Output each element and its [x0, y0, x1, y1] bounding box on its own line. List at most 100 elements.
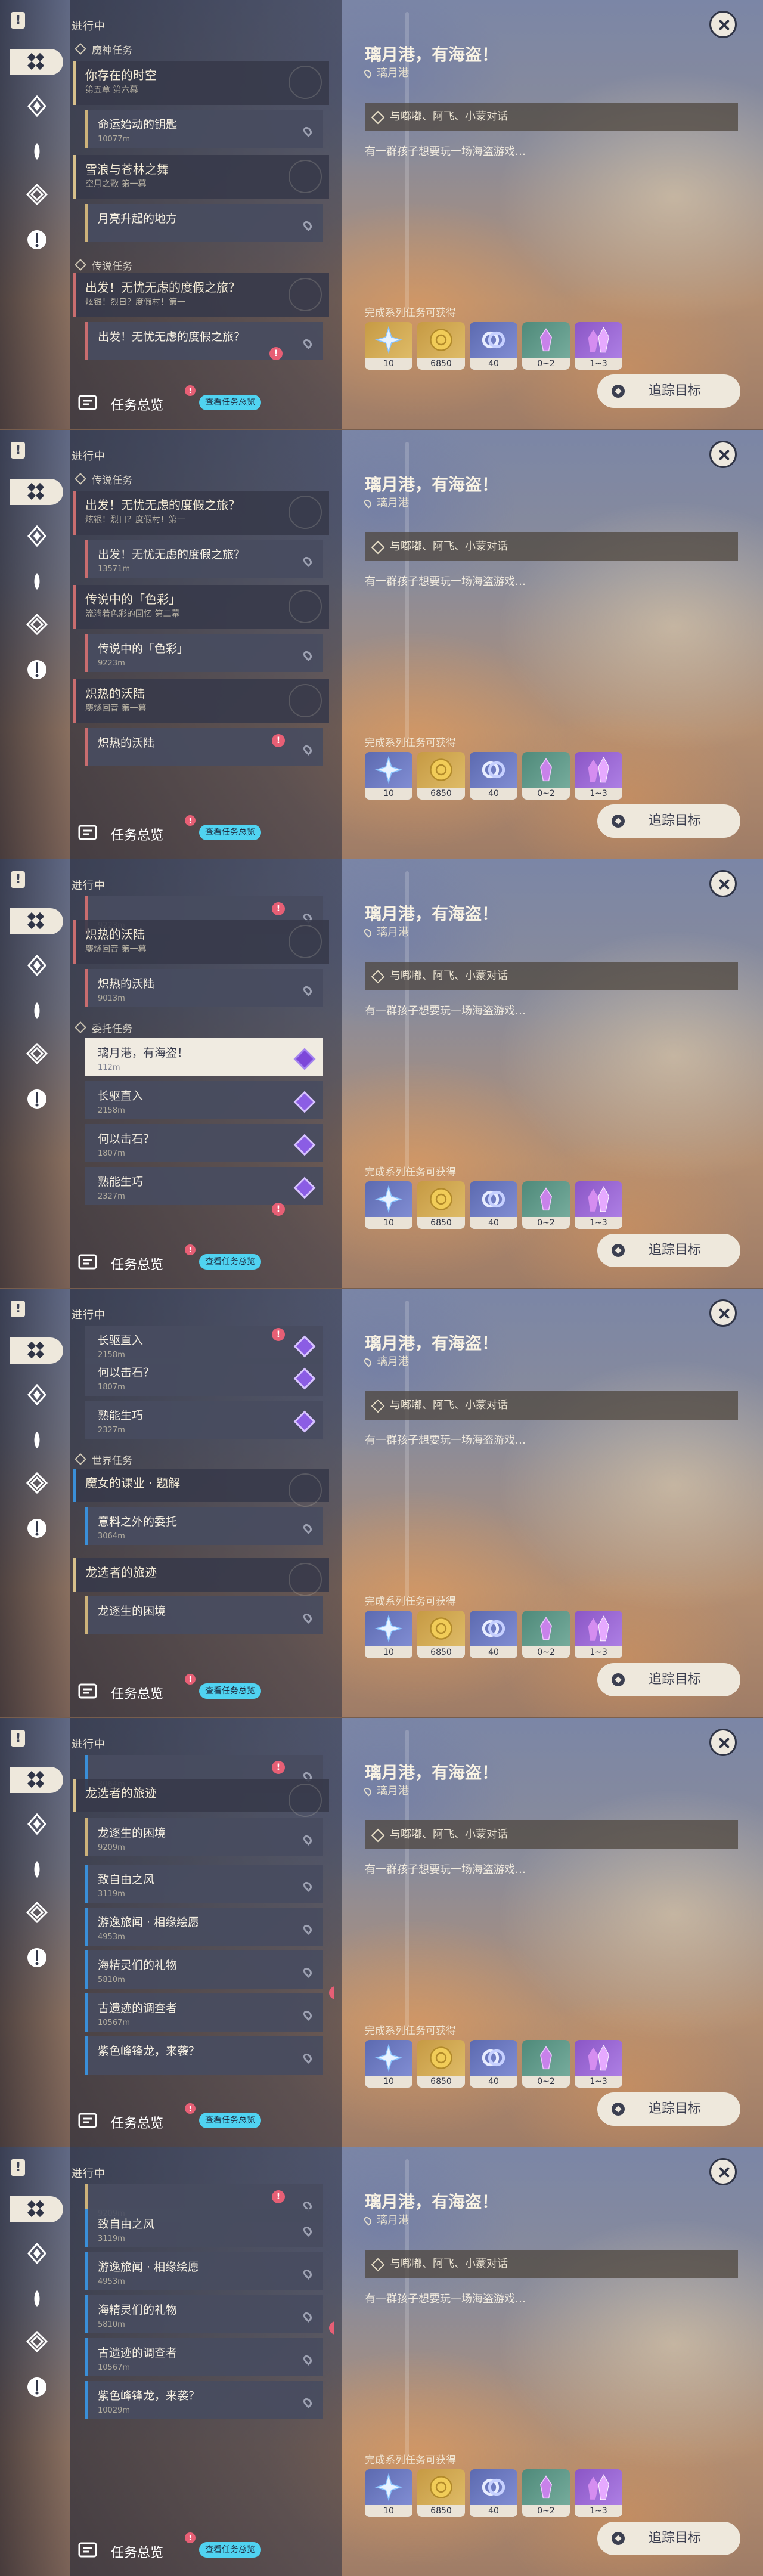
view-overview-button[interactable]: 查看任务总览: [199, 1254, 261, 1270]
archon-quest-icon[interactable]: [24, 952, 50, 979]
quest-item[interactable]: 海精灵们的礼物 5810m: [85, 2295, 323, 2333]
world-quest-icon[interactable]: [24, 1899, 50, 1925]
legend-quest-icon[interactable]: [24, 138, 50, 165]
quest-item[interactable]: 熟能生巧 2327m: [85, 1167, 323, 1205]
quest-group[interactable]: 炽热的沃陆 鏖燧回音 第一幕: [73, 920, 329, 964]
quest-group[interactable]: 魔女的课业 · 题解: [73, 1469, 329, 1507]
commission-quest-icon[interactable]: [24, 227, 50, 253]
navigate-pin-icon[interactable]: [302, 2311, 314, 2323]
reward-item[interactable]: 40: [470, 1611, 517, 1658]
track-button[interactable]: 追踪目标: [597, 374, 740, 408]
track-button[interactable]: 追踪目标: [597, 1663, 740, 1696]
reward-item[interactable]: 1~3: [575, 1611, 622, 1658]
navigate-pin-icon[interactable]: [302, 2052, 314, 2064]
quest-item[interactable]: 龙逐生的困境: [85, 1596, 323, 1634]
navigate-pin-icon[interactable]: [302, 219, 314, 231]
quest-item[interactable]: 何以击石？ 1807m: [85, 1358, 323, 1396]
quest-overview-label[interactable]: 任务总览: [111, 825, 163, 844]
reward-item[interactable]: 10: [365, 1611, 412, 1658]
reward-item[interactable]: 1~3: [575, 752, 622, 800]
quest-item[interactable]: 熟能生巧 2327m: [85, 1401, 323, 1439]
navigate-pin-icon[interactable]: [302, 2225, 314, 2237]
reward-item[interactable]: 0~2: [522, 2469, 570, 2517]
reward-item[interactable]: 0~2: [522, 1181, 570, 1229]
track-button[interactable]: 追踪目标: [597, 2522, 740, 2555]
quest-group[interactable]: 出发！无忧无虑的度假之旅？ 炫银！烈日？度假村！第一: [73, 273, 329, 317]
quest-item[interactable]: 游逸旅闻 · 相缘绘愿 4953m: [85, 2252, 323, 2290]
world-quest-icon[interactable]: [24, 181, 50, 208]
quest-item[interactable]: 意料之外的委托 3064m: [85, 1507, 323, 1545]
all-quests-icon[interactable]: [10, 908, 63, 934]
navigate-pin-icon[interactable]: [302, 555, 314, 567]
track-button[interactable]: 追踪目标: [597, 1234, 740, 1267]
navigate-pin-icon[interactable]: [302, 1522, 314, 1534]
quest-item[interactable]: 出发！无忧无虑的度假之旅？ 13571m: [85, 540, 323, 578]
commission-quest-icon[interactable]: [24, 1945, 50, 1971]
legend-quest-icon[interactable]: [24, 1427, 50, 1453]
reward-item[interactable]: 1~3: [575, 2469, 622, 2517]
reward-item[interactable]: 6850: [417, 1611, 465, 1658]
quest-item[interactable]: 长驱直入 2158m: [85, 1081, 323, 1119]
navigate-pin-icon[interactable]: [302, 2009, 314, 2021]
reward-item[interactable]: 10: [365, 2040, 412, 2088]
quest-overview-icon[interactable]: [77, 2110, 98, 2131]
quest-overview-label[interactable]: 任务总览: [111, 1683, 163, 1702]
all-quests-icon[interactable]: [10, 479, 63, 505]
reward-item[interactable]: 0~2: [522, 322, 570, 370]
reward-item[interactable]: 6850: [417, 2469, 465, 2517]
reward-item[interactable]: 10: [365, 322, 412, 370]
quest-overview-icon[interactable]: [77, 2540, 98, 2560]
quest-item[interactable]: 紫色峰锋龙，来袭？: [85, 2036, 323, 2075]
quest-item[interactable]: 游逸旅闻 · 相缘绘愿 4953m: [85, 1908, 323, 1946]
close-icon[interactable]: [709, 2158, 737, 2185]
quest-item[interactable]: 璃月港，有海盗！ 112m: [85, 1038, 323, 1076]
navigate-pin-icon[interactable]: [302, 744, 314, 756]
quest-overview-label[interactable]: 任务总览: [111, 2542, 163, 2561]
navigate-pin-icon[interactable]: [302, 1834, 314, 1846]
track-button[interactable]: 追踪目标: [597, 2092, 740, 2126]
quest-item[interactable]: 海精灵们的礼物 5810m: [85, 1950, 323, 1989]
navigate-pin-icon[interactable]: [302, 1966, 314, 1978]
navigate-pin-icon[interactable]: [302, 984, 314, 996]
quest-item[interactable]: 紫色峰锋龙，来袭？ 10029m: [85, 2381, 323, 2419]
reward-item[interactable]: 10: [365, 1181, 412, 1229]
reward-item[interactable]: 6850: [417, 2040, 465, 2088]
navigate-pin-icon[interactable]: [302, 338, 314, 349]
legend-quest-icon[interactable]: [24, 2286, 50, 2312]
view-overview-button[interactable]: 查看任务总览: [199, 825, 261, 840]
reward-item[interactable]: 1~3: [575, 1181, 622, 1229]
world-quest-icon[interactable]: [24, 1041, 50, 1067]
reward-item[interactable]: 40: [470, 2040, 517, 2088]
quest-item[interactable]: 传说中的「色彩」 9223m: [85, 634, 323, 672]
reward-item[interactable]: 6850: [417, 1181, 465, 1229]
navigate-pin-icon[interactable]: [302, 2354, 314, 2366]
legend-quest-icon[interactable]: [24, 998, 50, 1024]
quest-item[interactable]: 致自由之风 3119m: [85, 1865, 323, 1903]
legend-quest-icon[interactable]: [24, 568, 50, 595]
all-quests-icon[interactable]: [10, 1767, 63, 1793]
archon-quest-icon[interactable]: [24, 2240, 50, 2267]
quest-item[interactable]: 古遗迹的调查者 10567m: [85, 1993, 323, 2032]
archon-quest-icon[interactable]: [24, 1811, 50, 1837]
track-button[interactable]: 追踪目标: [597, 804, 740, 838]
navigate-pin-icon[interactable]: [302, 125, 314, 137]
reward-item[interactable]: 1~3: [575, 2040, 622, 2088]
quest-group[interactable]: 传说中的「色彩」 流淌着色彩的回忆 第二幕: [73, 585, 329, 629]
navigate-pin-icon[interactable]: [302, 1923, 314, 1935]
reward-item[interactable]: 0~2: [522, 1611, 570, 1658]
quest-group[interactable]: 龙选者的旅迹: [73, 1558, 329, 1596]
view-overview-button[interactable]: 查看任务总览: [199, 395, 261, 410]
reward-item[interactable]: 0~2: [522, 2040, 570, 2088]
quest-list[interactable]: 传说任务 出发！无忧无虑的度假之旅？ 炫银！烈日？度假村！第一 出发！无忧无虑的度假之…: [73, 467, 334, 801]
commission-quest-icon[interactable]: [24, 1515, 50, 1541]
close-icon[interactable]: [709, 11, 737, 38]
reward-item[interactable]: 0~2: [522, 752, 570, 800]
quest-group[interactable]: 雪浪与苍林之舞 空月之歌 第一幕: [73, 155, 329, 199]
close-icon[interactable]: [709, 870, 737, 897]
quest-overview-icon[interactable]: [77, 1252, 98, 1272]
all-quests-icon[interactable]: [10, 49, 63, 75]
quest-group[interactable]: 炽热的沃陆 鏖燧回音 第一幕: [73, 679, 329, 723]
all-quests-icon[interactable]: [10, 2196, 63, 2222]
close-icon[interactable]: [709, 441, 737, 468]
navigate-pin-icon[interactable]: [302, 2397, 314, 2408]
